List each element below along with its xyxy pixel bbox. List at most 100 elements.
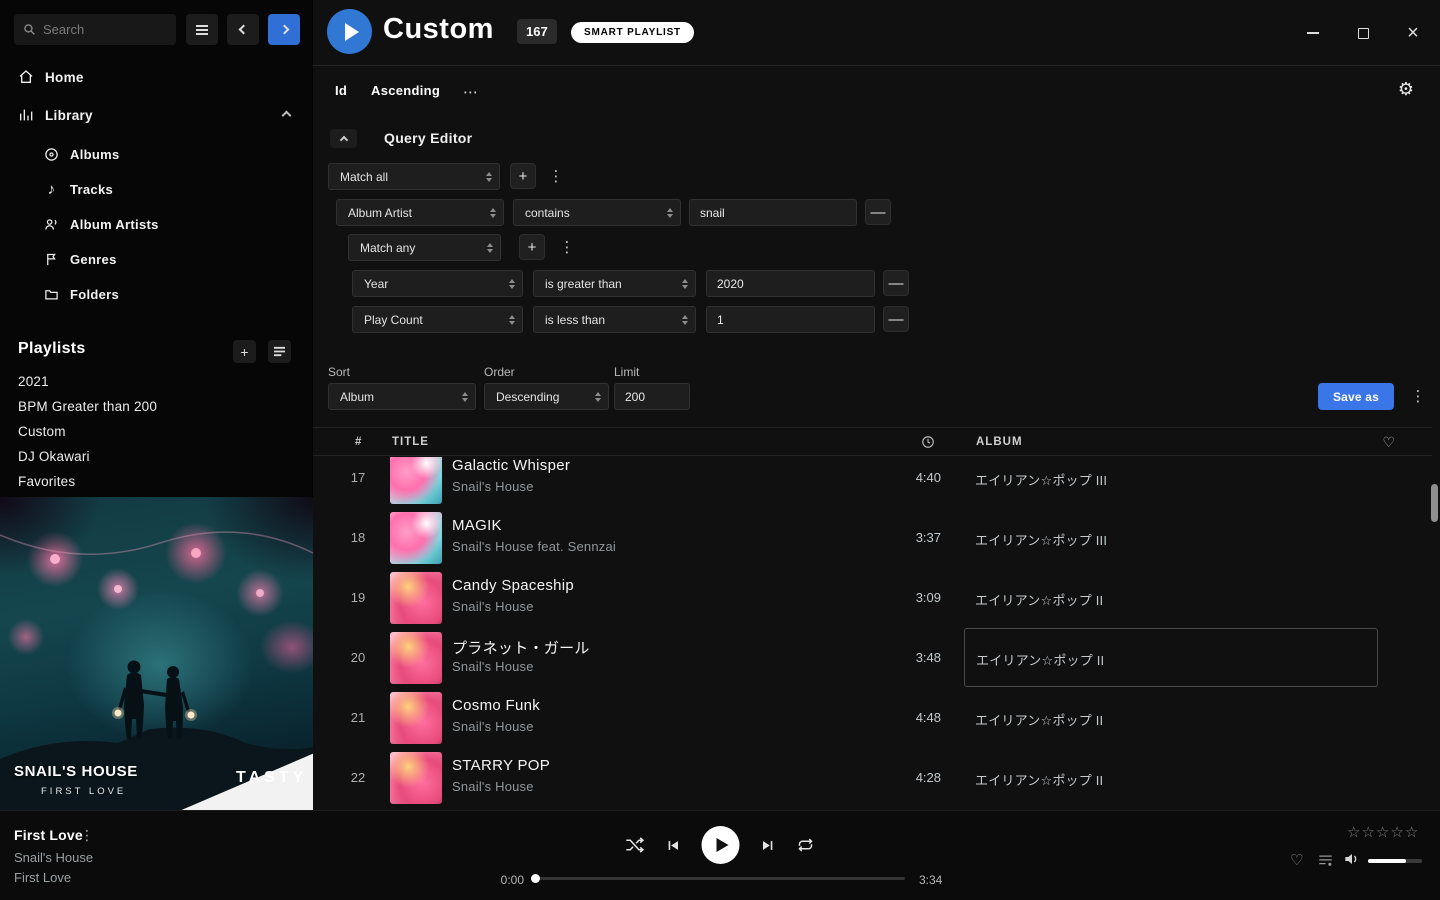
- forward-button[interactable]: [268, 14, 300, 45]
- star-icon[interactable]: ☆: [1376, 823, 1389, 841]
- rule-value-input[interactable]: [706, 270, 875, 297]
- track-artist[interactable]: Snail's House: [452, 779, 534, 794]
- remove-rule-button[interactable]: —: [883, 270, 909, 296]
- now-playing-title[interactable]: First Love: [14, 827, 83, 843]
- rule-value-input[interactable]: [706, 306, 875, 333]
- volume-icon[interactable]: [1344, 852, 1360, 866]
- track-album[interactable]: エイリアン☆ポップ II: [975, 590, 1103, 609]
- star-icon[interactable]: ☆: [1361, 823, 1374, 841]
- favorite-heart-icon[interactable]: ♡: [1290, 851, 1303, 869]
- sidebar-item-home[interactable]: Home: [0, 59, 312, 95]
- play-pause-button[interactable]: [702, 826, 740, 864]
- back-button[interactable]: [227, 14, 259, 45]
- save-as-button[interactable]: Save as: [1318, 383, 1394, 410]
- remove-rule-button[interactable]: —: [883, 306, 909, 332]
- playlist-item[interactable]: DJ Okawari: [18, 444, 288, 469]
- shuffle-button[interactable]: [626, 837, 645, 853]
- sort-more-button[interactable]: ⋯: [463, 83, 478, 101]
- query-editor-collapse-button[interactable]: [330, 129, 357, 148]
- group-menu-button[interactable]: ⋮: [558, 234, 576, 260]
- queue-icon[interactable]: [1318, 854, 1333, 867]
- playlist-item[interactable]: BPM Greater than 200: [18, 394, 288, 419]
- add-playlist-button[interactable]: +: [233, 340, 256, 363]
- collapse-chevron-icon[interactable]: [282, 110, 292, 120]
- track-album[interactable]: エイリアン☆ポップ III: [975, 470, 1107, 489]
- track-album[interactable]: エイリアン☆ポップ II: [976, 650, 1104, 669]
- group-menu-button[interactable]: ⋮: [547, 163, 565, 189]
- now-playing-menu-button[interactable]: ⋮: [80, 827, 94, 844]
- column-number[interactable]: #: [355, 436, 362, 448]
- sort-direction-button[interactable]: Ascending: [371, 83, 440, 98]
- track-album[interactable]: エイリアン☆ポップ III: [975, 530, 1107, 549]
- track-album[interactable]: エイリアン☆ポップ II: [975, 770, 1103, 789]
- track-artist[interactable]: Snail's House: [452, 599, 534, 614]
- track-artist[interactable]: Snail's House: [452, 659, 534, 674]
- sidebar-item-folders[interactable]: Folders: [0, 276, 312, 312]
- order-select[interactable]: Descending: [484, 383, 609, 410]
- sidebar-item-genres[interactable]: Genres: [0, 241, 312, 277]
- scrollbar-thumb[interactable]: [1431, 484, 1438, 522]
- volume-slider[interactable]: [1368, 859, 1422, 863]
- now-playing-album[interactable]: First Love: [14, 870, 71, 885]
- track-artist[interactable]: Snail's House: [452, 719, 534, 734]
- playlist-item[interactable]: 2021: [18, 369, 288, 394]
- track-row[interactable]: 18 MAGIK Snail's House feat. Sennzai 3:3…: [313, 508, 1432, 568]
- close-button[interactable]: ×: [1400, 20, 1426, 46]
- column-title[interactable]: TITLE: [392, 436, 429, 448]
- rule-field-select[interactable]: Play Count: [352, 306, 523, 333]
- match-type-select[interactable]: Match all: [328, 163, 500, 190]
- rule-operator-select[interactable]: is greater than: [533, 270, 696, 297]
- rule-operator-select[interactable]: is less than: [533, 306, 696, 333]
- add-rule-button[interactable]: +: [519, 234, 545, 260]
- column-album[interactable]: ALBUM: [976, 436, 1023, 448]
- sidebar-item-library[interactable]: Library: [0, 97, 312, 133]
- sidebar-item-albums[interactable]: Albums: [0, 136, 312, 172]
- sort-field-button[interactable]: Id: [335, 83, 347, 98]
- sort-select[interactable]: Album: [328, 383, 476, 410]
- duration-clock-icon[interactable]: [921, 435, 935, 449]
- album-cell-focused[interactable]: エイリアン☆ポップ II: [964, 628, 1378, 687]
- now-playing-album-art[interactable]: SNAIL'S HOUSE FIRST LOVE TASTY: [0, 497, 313, 810]
- play-playlist-button[interactable]: [327, 9, 372, 54]
- limit-input[interactable]: [614, 383, 690, 410]
- track-artist[interactable]: Snail's House feat. Sennzai: [452, 539, 616, 554]
- gear-icon[interactable]: ⚙: [1398, 79, 1414, 100]
- repeat-button[interactable]: [797, 836, 815, 854]
- menu-button[interactable]: [186, 14, 218, 45]
- star-icon[interactable]: ☆: [1347, 823, 1360, 841]
- star-icon[interactable]: ☆: [1405, 823, 1418, 841]
- heart-column-icon[interactable]: ♡: [1382, 434, 1396, 451]
- sidebar-item-tracks[interactable]: ♪ Tracks: [0, 171, 312, 207]
- nested-match-type-select[interactable]: Match any: [348, 234, 501, 261]
- track-title[interactable]: Candy Spaceship: [452, 577, 574, 594]
- next-button[interactable]: [761, 838, 776, 853]
- remove-rule-button[interactable]: —: [865, 199, 891, 225]
- track-row[interactable]: 21 Cosmo Funk Snail's House 4:48 エイリアン☆ポ…: [313, 688, 1432, 748]
- track-row[interactable]: 19 Candy Spaceship Snail's House 3:09 エイ…: [313, 568, 1432, 628]
- sidebar-item-album-artists[interactable]: Album Artists: [0, 206, 312, 242]
- minimize-button[interactable]: [1300, 20, 1326, 46]
- playlist-item[interactable]: Favorites: [18, 469, 288, 494]
- save-menu-button[interactable]: ⋮: [1409, 383, 1427, 409]
- track-title[interactable]: MAGIK: [452, 517, 502, 534]
- now-playing-artist[interactable]: Snail's House: [14, 850, 93, 865]
- track-title[interactable]: Cosmo Funk: [452, 697, 540, 714]
- track-artist[interactable]: Snail's House: [452, 479, 534, 494]
- maximize-button[interactable]: [1350, 20, 1376, 46]
- track-title[interactable]: STARRY POP: [452, 757, 550, 774]
- track-row[interactable]: 20 プラネット・ガール Snail's House 3:48 エイリアン☆ポッ…: [313, 628, 1432, 688]
- playlist-options-button[interactable]: [268, 340, 291, 363]
- track-album[interactable]: エイリアン☆ポップ II: [975, 710, 1103, 729]
- track-row[interactable]: 22 STARRY POP Snail's House 4:28 エイリアン☆ポ…: [313, 748, 1432, 808]
- rule-value-input[interactable]: [689, 199, 857, 226]
- rule-field-select[interactable]: Year: [352, 270, 523, 297]
- star-icon[interactable]: ☆: [1390, 823, 1403, 841]
- rule-field-select[interactable]: Album Artist: [336, 199, 504, 226]
- seek-knob[interactable]: [531, 874, 540, 883]
- search-box[interactable]: [14, 14, 176, 45]
- playlist-item[interactable]: Custom: [18, 419, 288, 444]
- seek-bar[interactable]: [535, 877, 905, 880]
- search-input[interactable]: [43, 22, 167, 37]
- add-rule-button[interactable]: +: [510, 163, 536, 189]
- rule-operator-select[interactable]: contains: [513, 199, 681, 226]
